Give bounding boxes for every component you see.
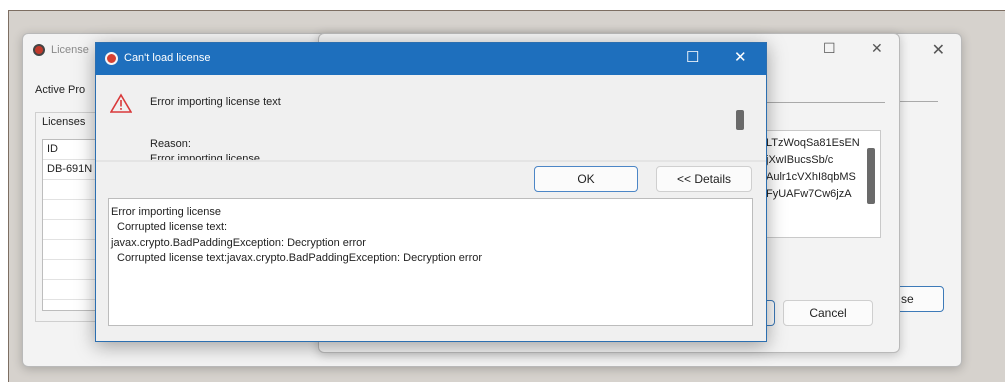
message-title: Error importing license text [150,96,281,108]
app-icon [33,44,45,56]
license-text-line: FyUAFw7Cw6jzA [766,188,852,200]
details-line: Error importing license [111,206,222,218]
details-line: javax.crypto.BadPaddingException: Decryp… [111,237,366,249]
details-line: Corrupted license text: [117,221,228,233]
table-header-id: ID [47,143,58,155]
reason-label: Reason: [150,138,191,150]
cancel-button[interactable]: Cancel [783,300,873,326]
scrollbar-thumb[interactable] [867,148,875,204]
maximize-icon[interactable]: ☐ [823,40,836,57]
dialog-title: Can't load license [124,52,211,64]
tab-active-products[interactable]: Active Pro [35,84,85,96]
maximize-icon[interactable]: ☐ [686,48,699,66]
license-text-line: jXwIBucsSb/c [766,154,834,166]
details-line: Corrupted license text:javax.crypto.BadP… [117,252,483,264]
license-window-title: License [51,44,89,56]
licenses-label: Licenses [42,116,86,128]
divider [96,160,766,162]
close-icon[interactable]: ✕ [734,48,747,66]
license-text-line: LTzWoqSa81EsEN [766,137,860,149]
license-text-line: Aulr1cVXhI8qbMS [766,171,856,183]
dialog-title-bar[interactable]: Can't load license ☐ ✕ [96,43,766,75]
license-text-area[interactable]: LTzWoqSa81EsEN jXwIBucsSb/c Aulr1cVXhI8q… [765,130,881,238]
table-row[interactable]: DB-691N [47,163,92,175]
app-icon [105,52,118,65]
message-area: Error importing license text Reason: Err… [96,76,766,160]
close-icon[interactable]: ✕ [932,40,945,60]
warning-icon [110,93,132,113]
divider [765,102,885,103]
close-icon[interactable]: ✕ [871,40,883,57]
ok-button[interactable]: OK [534,166,638,192]
details-button[interactable]: << Details [656,166,752,192]
error-dialog: Can't load license ☐ ✕ Error importing l… [95,42,767,342]
details-text-area[interactable]: Error importing license Corrupted licens… [108,198,753,326]
scrollbar-thumb[interactable] [736,110,744,130]
screenshot-frame: License ✕ Active Pro Licenses ID DB-691N… [0,0,1006,383]
reason-text: Error importing license [150,153,261,160]
